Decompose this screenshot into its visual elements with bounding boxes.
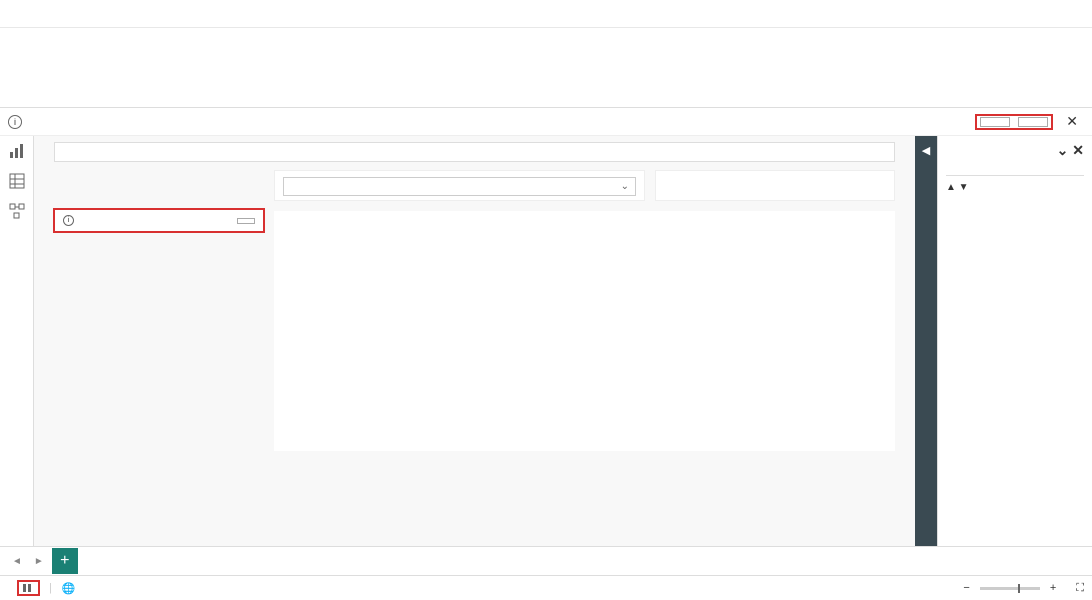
dropdown-select[interactable]: ⌄ [283,177,636,196]
year-timeline-slicer[interactable] [54,142,895,162]
model-view-icon[interactable] [8,202,26,220]
zoom-out-icon[interactable]: − [963,582,969,594]
day-of-week-slicer[interactable] [655,170,895,201]
chevron-down-icon: ⌄ [621,181,629,192]
menu-bar [0,0,1092,28]
public-status: 🌐 [62,582,76,595]
workspace: ⌄ i [0,136,1092,546]
zoom-slider[interactable] [980,587,1040,590]
pause-icon [21,582,33,594]
visual-refresh-button[interactable] [237,218,255,224]
info-icon: i [63,215,74,226]
info-bar: i ✕ [0,108,1092,136]
prev-page-icon[interactable]: ◄ [6,556,28,567]
line-chart-visual[interactable] [274,211,895,451]
left-view-rail [0,136,34,546]
chevron-down-icon[interactable]: ⌄ [1057,142,1069,158]
report-canvas[interactable]: ⌄ i [34,136,915,546]
reorder-arrows[interactable]: ▲ ▼ [946,182,969,193]
time-of-day-slicer[interactable]: ⌄ [274,170,645,201]
zoom-in-icon[interactable]: + [1050,582,1056,594]
selection-pane: ⌄ ✕ ▲ ▼ [937,136,1092,546]
filters-pane-toggle[interactable]: ◀ [915,136,937,546]
pending-changes-banner: i [54,209,264,232]
title-text-box [54,170,264,201]
report-view-icon[interactable] [8,142,26,160]
refresh-button[interactable] [980,117,1010,127]
add-page-button[interactable]: + [52,548,78,574]
page-tabs-bar: ◄ ► + [0,546,1092,576]
close-icon[interactable]: ✕ [1072,142,1084,158]
ribbon [0,28,1092,108]
resume-visual-queries-button[interactable] [1018,117,1048,127]
close-icon[interactable]: ✕ [1060,113,1084,130]
fit-to-page-icon[interactable]: ⛶ [1076,582,1084,595]
next-page-icon[interactable]: ► [28,556,50,567]
data-view-icon[interactable] [8,172,26,190]
info-icon: i [8,115,22,129]
paused-status [18,581,39,595]
